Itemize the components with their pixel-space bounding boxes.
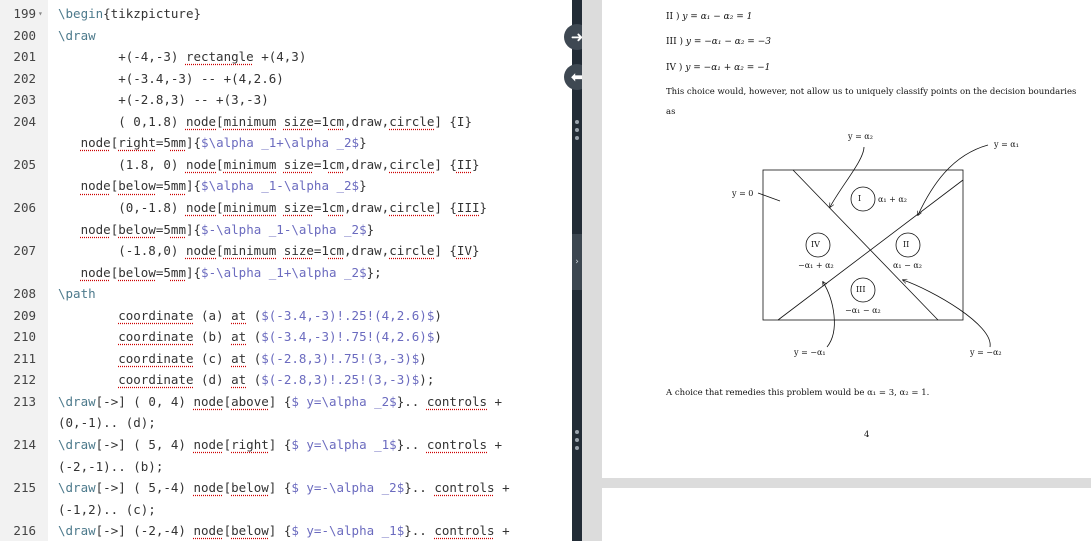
region-II-value: α₁ − α₂ <box>893 261 923 270</box>
arrow-zero <box>757 192 781 202</box>
region-III-label: III <box>856 285 866 294</box>
paragraph-line: as <box>666 107 676 117</box>
code-line[interactable]: +(-4,-3) rectangle +(4,3) <box>58 49 306 64</box>
label-y-alpha2: y = α₂ <box>848 132 873 141</box>
code-line[interactable]: \begin{tikzpicture} <box>58 6 201 21</box>
grip-dot-icon <box>575 446 579 450</box>
code-line[interactable]: (-1.8,0) node[minimum size=1cm,draw,circ… <box>58 243 479 258</box>
boundary-rectangle <box>762 169 964 321</box>
line-number: 209 <box>13 307 36 323</box>
code-line[interactable]: \draw <box>58 28 96 43</box>
arrow-neg-alpha2 <box>903 280 991 348</box>
code-line[interactable]: (-1,2).. (c); <box>58 502 156 517</box>
choice-III: III ) y = −α₁ − α₂ = −3 <box>666 37 771 47</box>
code-line[interactable]: (0,-1.8) node[minimum size=1cm,draw,circ… <box>58 200 487 215</box>
line-number: 215 <box>13 480 36 496</box>
code-line[interactable]: (0,-1).. (d); <box>58 415 156 430</box>
line-number: 199 <box>13 6 36 21</box>
line-number: 203 <box>13 92 36 108</box>
grip-dot-icon <box>575 120 579 124</box>
line-number: 210 <box>13 329 36 345</box>
choice-II: II ) y = α₁ − α₂ = 1 <box>666 12 753 22</box>
region-II-label: II <box>903 240 910 249</box>
label-y-neg-alpha2: y = −α₂ <box>970 348 1002 357</box>
pdf-page: II ) y = α₁ − α₂ = 1 III ) y = −α₁ − α₂ … <box>602 0 1091 478</box>
code-line[interactable]: \path <box>58 286 96 301</box>
chevron-right-icon: › <box>574 257 580 267</box>
line-number: 205 <box>13 156 36 172</box>
region-IV-label: IV <box>811 240 820 249</box>
line-number: 211 <box>13 350 36 366</box>
code-line[interactable]: node[below=5mm]{$-\alpha _1+\alpha _2$}; <box>58 265 382 280</box>
page-number: 4 <box>864 430 870 440</box>
line-number: 206 <box>13 199 36 215</box>
collapse-pane-handle[interactable]: › <box>572 234 582 290</box>
code-line[interactable]: coordinate (b) at ($(-3.4,-3)!.75!(4,2.6… <box>58 329 442 344</box>
paragraph-remedy: A choice that remedies this problem woul… <box>666 388 930 398</box>
code-line[interactable]: node[right=5mm]{$\alpha _1+\alpha _2$} <box>58 135 367 150</box>
label-y-neg-alpha1: y = −α₁ <box>794 348 826 357</box>
line-number: 201 <box>13 49 36 65</box>
grip-dot-icon <box>575 438 579 442</box>
region-I-label: I <box>858 194 862 203</box>
grip-dot-icon <box>575 128 579 132</box>
code-line[interactable]: +(-2.8,3) -- +(3,-3) <box>58 92 269 107</box>
label-y-zero: y = 0 <box>732 189 754 198</box>
line-number: 204 <box>13 113 36 129</box>
choice-IV: IV ) y = −α₁ + α₂ = −1 <box>666 63 771 73</box>
label-y-alpha1: y = α₁ <box>994 140 1019 149</box>
paragraph-line: This choice would, however, not allow us… <box>666 87 1077 97</box>
code-line[interactable]: node[below=5mm]{$-\alpha _1-\alpha _2$} <box>58 222 375 237</box>
code-line[interactable]: node[below=5mm]{$\alpha _1-\alpha _2$} <box>58 178 367 193</box>
code-editor[interactable]: 199 ▾ 200 201 202 203 204 205 206 207 208 209 210 211… <box>0 0 572 541</box>
code-line[interactable]: \draw[->] (-2,-4) node[below] {$ y=-\alp… <box>58 523 510 538</box>
region-IV-value: −α₁ + α₂ <box>798 261 834 270</box>
line-number: 207 <box>13 243 36 259</box>
line-number: 212 <box>13 372 36 388</box>
code-line[interactable]: \draw[->] ( 5, 4) node[right] {$ y=\alph… <box>58 437 502 452</box>
code-line[interactable]: (-2,-1).. (b); <box>58 459 163 474</box>
fold-toggle-icon[interactable]: ▾ <box>38 9 43 18</box>
line-number: 208 <box>13 286 36 302</box>
grip-dot-icon <box>575 430 579 434</box>
code-line[interactable]: \draw[->] ( 0, 4) node[above] {$ y=\alph… <box>58 394 502 409</box>
grip-dot-icon <box>575 136 579 140</box>
pdf-preview[interactable]: II ) y = α₁ − α₂ = 1 III ) y = −α₁ − α₂ … <box>582 0 1091 541</box>
line-number-gutter: 199 ▾ 200 201 202 203 204 205 206 207 208 209 210 211… <box>0 0 48 541</box>
region-circle <box>850 186 876 212</box>
region-I-value: α₁ + α₂ <box>878 195 908 204</box>
arrow-alpha1 <box>918 144 989 215</box>
decision-boundary-figure <box>757 144 991 348</box>
pdf-next-page <box>602 488 1091 541</box>
line-number: 216 <box>13 523 36 539</box>
code-line[interactable]: +(-3.4,-3) -- +(4,2.6) <box>58 71 284 86</box>
region-III-value: −α₁ − α₂ <box>845 306 881 315</box>
code-line[interactable]: (1.8, 0) node[minimum size=1cm,draw,circ… <box>58 157 479 172</box>
code-line[interactable]: coordinate (c) at ($(-2.8,3)!.75!(3,-3)$… <box>58 351 427 366</box>
line-number: 202 <box>13 70 36 86</box>
code-line[interactable]: coordinate (a) at ($(-3.4,-3)!.25!(4,2.6… <box>58 308 442 323</box>
line-number: 200 <box>13 27 36 43</box>
line-number: 214 <box>13 437 36 452</box>
arrow-neg-alpha1 <box>823 282 835 348</box>
line-number: 213 <box>13 393 36 409</box>
code-line[interactable]: ( 0,1.8) node[minimum size=1cm,draw,circ… <box>58 114 472 129</box>
code-line[interactable]: coordinate (d) at ($(-2.8,3)!.25!(3,-3)$… <box>58 372 434 387</box>
code-line[interactable]: \draw[->] ( 5,-4) node[below] {$ y=-\alp… <box>58 480 510 495</box>
